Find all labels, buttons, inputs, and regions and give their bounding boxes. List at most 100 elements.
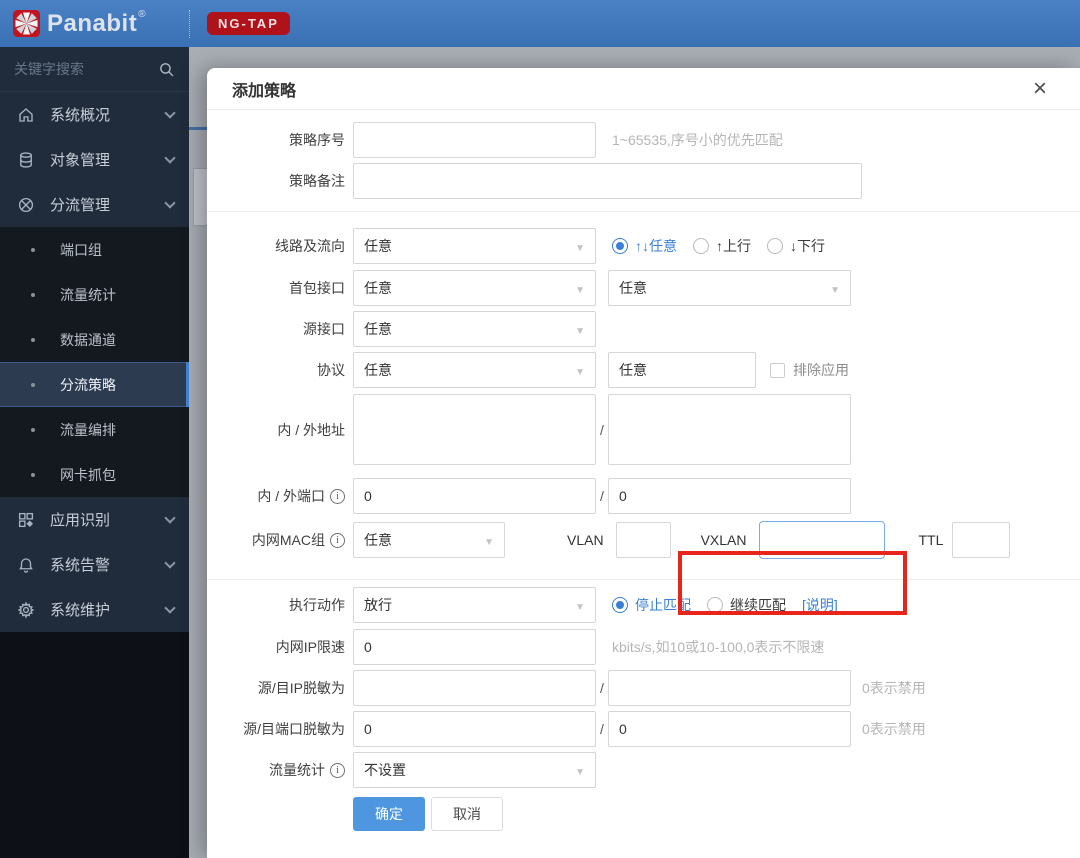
sidebar-item-label: 对象管理	[50, 152, 111, 169]
explanation-link[interactable]: [说明]	[802, 595, 838, 615]
sidebar-item-app-identification[interactable]: 应用识别	[0, 497, 189, 542]
product-badge: NG-TAP	[207, 12, 290, 35]
slash-separator: /	[600, 488, 604, 504]
sidebar-item-label: 网卡抓包	[60, 466, 116, 483]
ttl-input[interactable]	[952, 522, 1011, 558]
action-select[interactable]: 放行	[353, 587, 596, 623]
sidebar-item-system-overview[interactable]: 系统概况	[0, 92, 189, 137]
first-packet-select-2[interactable]: 任意	[608, 270, 851, 306]
dropdown-caret-icon	[575, 597, 585, 613]
sidebar-item-traffic-orchestration[interactable]: 流量编排	[0, 407, 189, 452]
ip-limit-hint: kbits/s,如10或10-100,0表示不限速	[612, 639, 825, 655]
bullet-icon	[31, 337, 35, 342]
traffic-stat-label: 流量统计	[207, 760, 345, 780]
bullet-icon	[31, 382, 35, 387]
info-icon[interactable]	[330, 762, 345, 778]
backdrop-tab-underline	[189, 127, 207, 130]
sidebar-item-label: 数据通道	[60, 331, 116, 348]
up-arrow-icon: ↑	[716, 238, 723, 254]
policy-no-label: 策略序号	[289, 132, 345, 148]
sidebar-item-object-management[interactable]: 对象管理	[0, 137, 189, 182]
radio-label: 继续匹配	[730, 597, 786, 613]
ip-limit-input[interactable]	[353, 629, 596, 665]
source-if-select[interactable]: 任意	[353, 311, 596, 347]
addresses-label: 内 / 外地址	[277, 421, 345, 438]
row-policy-no: 策略序号 1~65535,序号小的优先匹配	[207, 122, 1080, 158]
inner-port-input[interactable]	[353, 478, 596, 514]
cancel-button[interactable]: 取消	[431, 797, 503, 831]
select-value: 任意	[364, 532, 392, 548]
src-port-mask-input[interactable]	[353, 711, 596, 747]
vxlan-input[interactable]	[758, 521, 885, 559]
row-action: 执行动作 放行 停止匹配 继续匹配 [说明]	[207, 587, 1080, 623]
sidebar-item-system-alerts[interactable]: 系统告警	[0, 542, 189, 587]
dst-ip-mask-input[interactable]	[608, 670, 851, 706]
sidebar-item-data-channel[interactable]: 数据通道	[0, 317, 189, 362]
ttl-label: TTL	[918, 532, 944, 548]
info-icon[interactable]	[330, 532, 345, 548]
sidebar-item-label: 端口组	[60, 241, 102, 258]
row-ip-limit: 内网IP限速 kbits/s,如10或10-100,0表示不限速	[207, 629, 1080, 665]
sidebar-item-label: 分流策略	[60, 376, 116, 393]
chevron-down-icon	[164, 151, 176, 164]
radio-direction-up[interactable]: ↑上行	[693, 236, 751, 256]
sidebar-item-port-group[interactable]: 端口组	[0, 227, 189, 272]
radio-continue-match[interactable]: 继续匹配	[707, 595, 786, 615]
mac-group-select[interactable]: 任意	[353, 522, 505, 558]
row-ports: 内 / 外端口 /	[207, 478, 1080, 514]
src-ip-mask-input[interactable]	[353, 670, 596, 706]
match-radio-group: 停止匹配 继续匹配 [说明]	[612, 595, 838, 615]
sidebar-item-label: 系统概况	[50, 107, 111, 124]
dropdown-caret-icon	[484, 532, 494, 548]
sidebar-item-system-maintenance[interactable]: 系统维护	[0, 587, 189, 632]
sidebar-search[interactable]: 关键字搜索	[0, 47, 189, 92]
dst-port-mask-input[interactable]	[608, 711, 851, 747]
bell-icon	[15, 556, 37, 574]
home-icon	[15, 106, 37, 124]
sidebar-item-traffic-stats[interactable]: 流量统计	[0, 272, 189, 317]
policy-note-input[interactable]	[353, 163, 862, 199]
row-addresses: 内 / 外地址 /	[207, 394, 1080, 465]
bullet-icon	[31, 247, 35, 252]
first-packet-select-1[interactable]: 任意	[353, 270, 596, 306]
select-value: 任意	[364, 362, 392, 378]
protocol-app-input[interactable]	[608, 352, 756, 388]
panabit-pinwheel-icon	[13, 10, 40, 37]
radio-icon	[693, 238, 709, 254]
ip-mask-hint: 0表示禁用	[862, 680, 926, 696]
radio-direction-down[interactable]: ↓下行	[767, 236, 825, 256]
policy-no-hint: 1~65535,序号小的优先匹配	[612, 132, 783, 148]
database-icon	[15, 151, 37, 169]
traffic-stat-select[interactable]: 不设置	[353, 752, 596, 788]
dropdown-caret-icon	[575, 280, 585, 296]
policy-no-input[interactable]	[353, 122, 596, 158]
sidebar-item-split-policy-active[interactable]: 分流策略	[0, 362, 189, 407]
row-policy-note: 策略备注	[207, 163, 1080, 199]
outer-port-input[interactable]	[608, 478, 851, 514]
select-value: 任意	[619, 280, 647, 296]
search-icon[interactable]	[158, 61, 175, 78]
line-select[interactable]: 任意	[353, 228, 596, 264]
outer-address-textarea[interactable]	[608, 394, 851, 465]
row-mac-vlan: 内网MAC组 任意 VLAN VXLAN TTL	[207, 521, 1080, 559]
sidebar-item-label: 分流管理	[50, 197, 111, 214]
radio-stop-match[interactable]: 停止匹配	[612, 595, 691, 615]
radio-direction-any[interactable]: ↑↓任意	[612, 236, 677, 256]
gear-icon	[15, 600, 37, 619]
sidebar-item-nic-capture[interactable]: 网卡抓包	[0, 452, 189, 497]
sidebar-item-traffic-splitting[interactable]: 分流管理	[0, 182, 189, 227]
ok-button[interactable]: 确定	[353, 797, 425, 831]
vlan-input[interactable]	[615, 522, 671, 558]
close-icon[interactable]: ×	[1033, 76, 1047, 101]
row-line-direction: 线路及流向 任意 ↑↓任意 ↑上行 ↓下行	[207, 228, 1080, 264]
ports-label: 内 / 外端口	[207, 486, 345, 506]
info-icon[interactable]	[330, 488, 345, 504]
registered-mark: ®	[138, 9, 146, 20]
apps-grid-icon	[15, 511, 37, 529]
chevron-down-icon	[164, 601, 176, 614]
protocol-select[interactable]: 任意	[353, 352, 596, 388]
exclude-app-checkbox[interactable]	[770, 362, 785, 378]
select-value: 任意	[364, 321, 392, 337]
inner-address-textarea[interactable]	[353, 394, 596, 465]
direction-radio-group: ↑↓任意 ↑上行 ↓下行	[612, 236, 841, 256]
